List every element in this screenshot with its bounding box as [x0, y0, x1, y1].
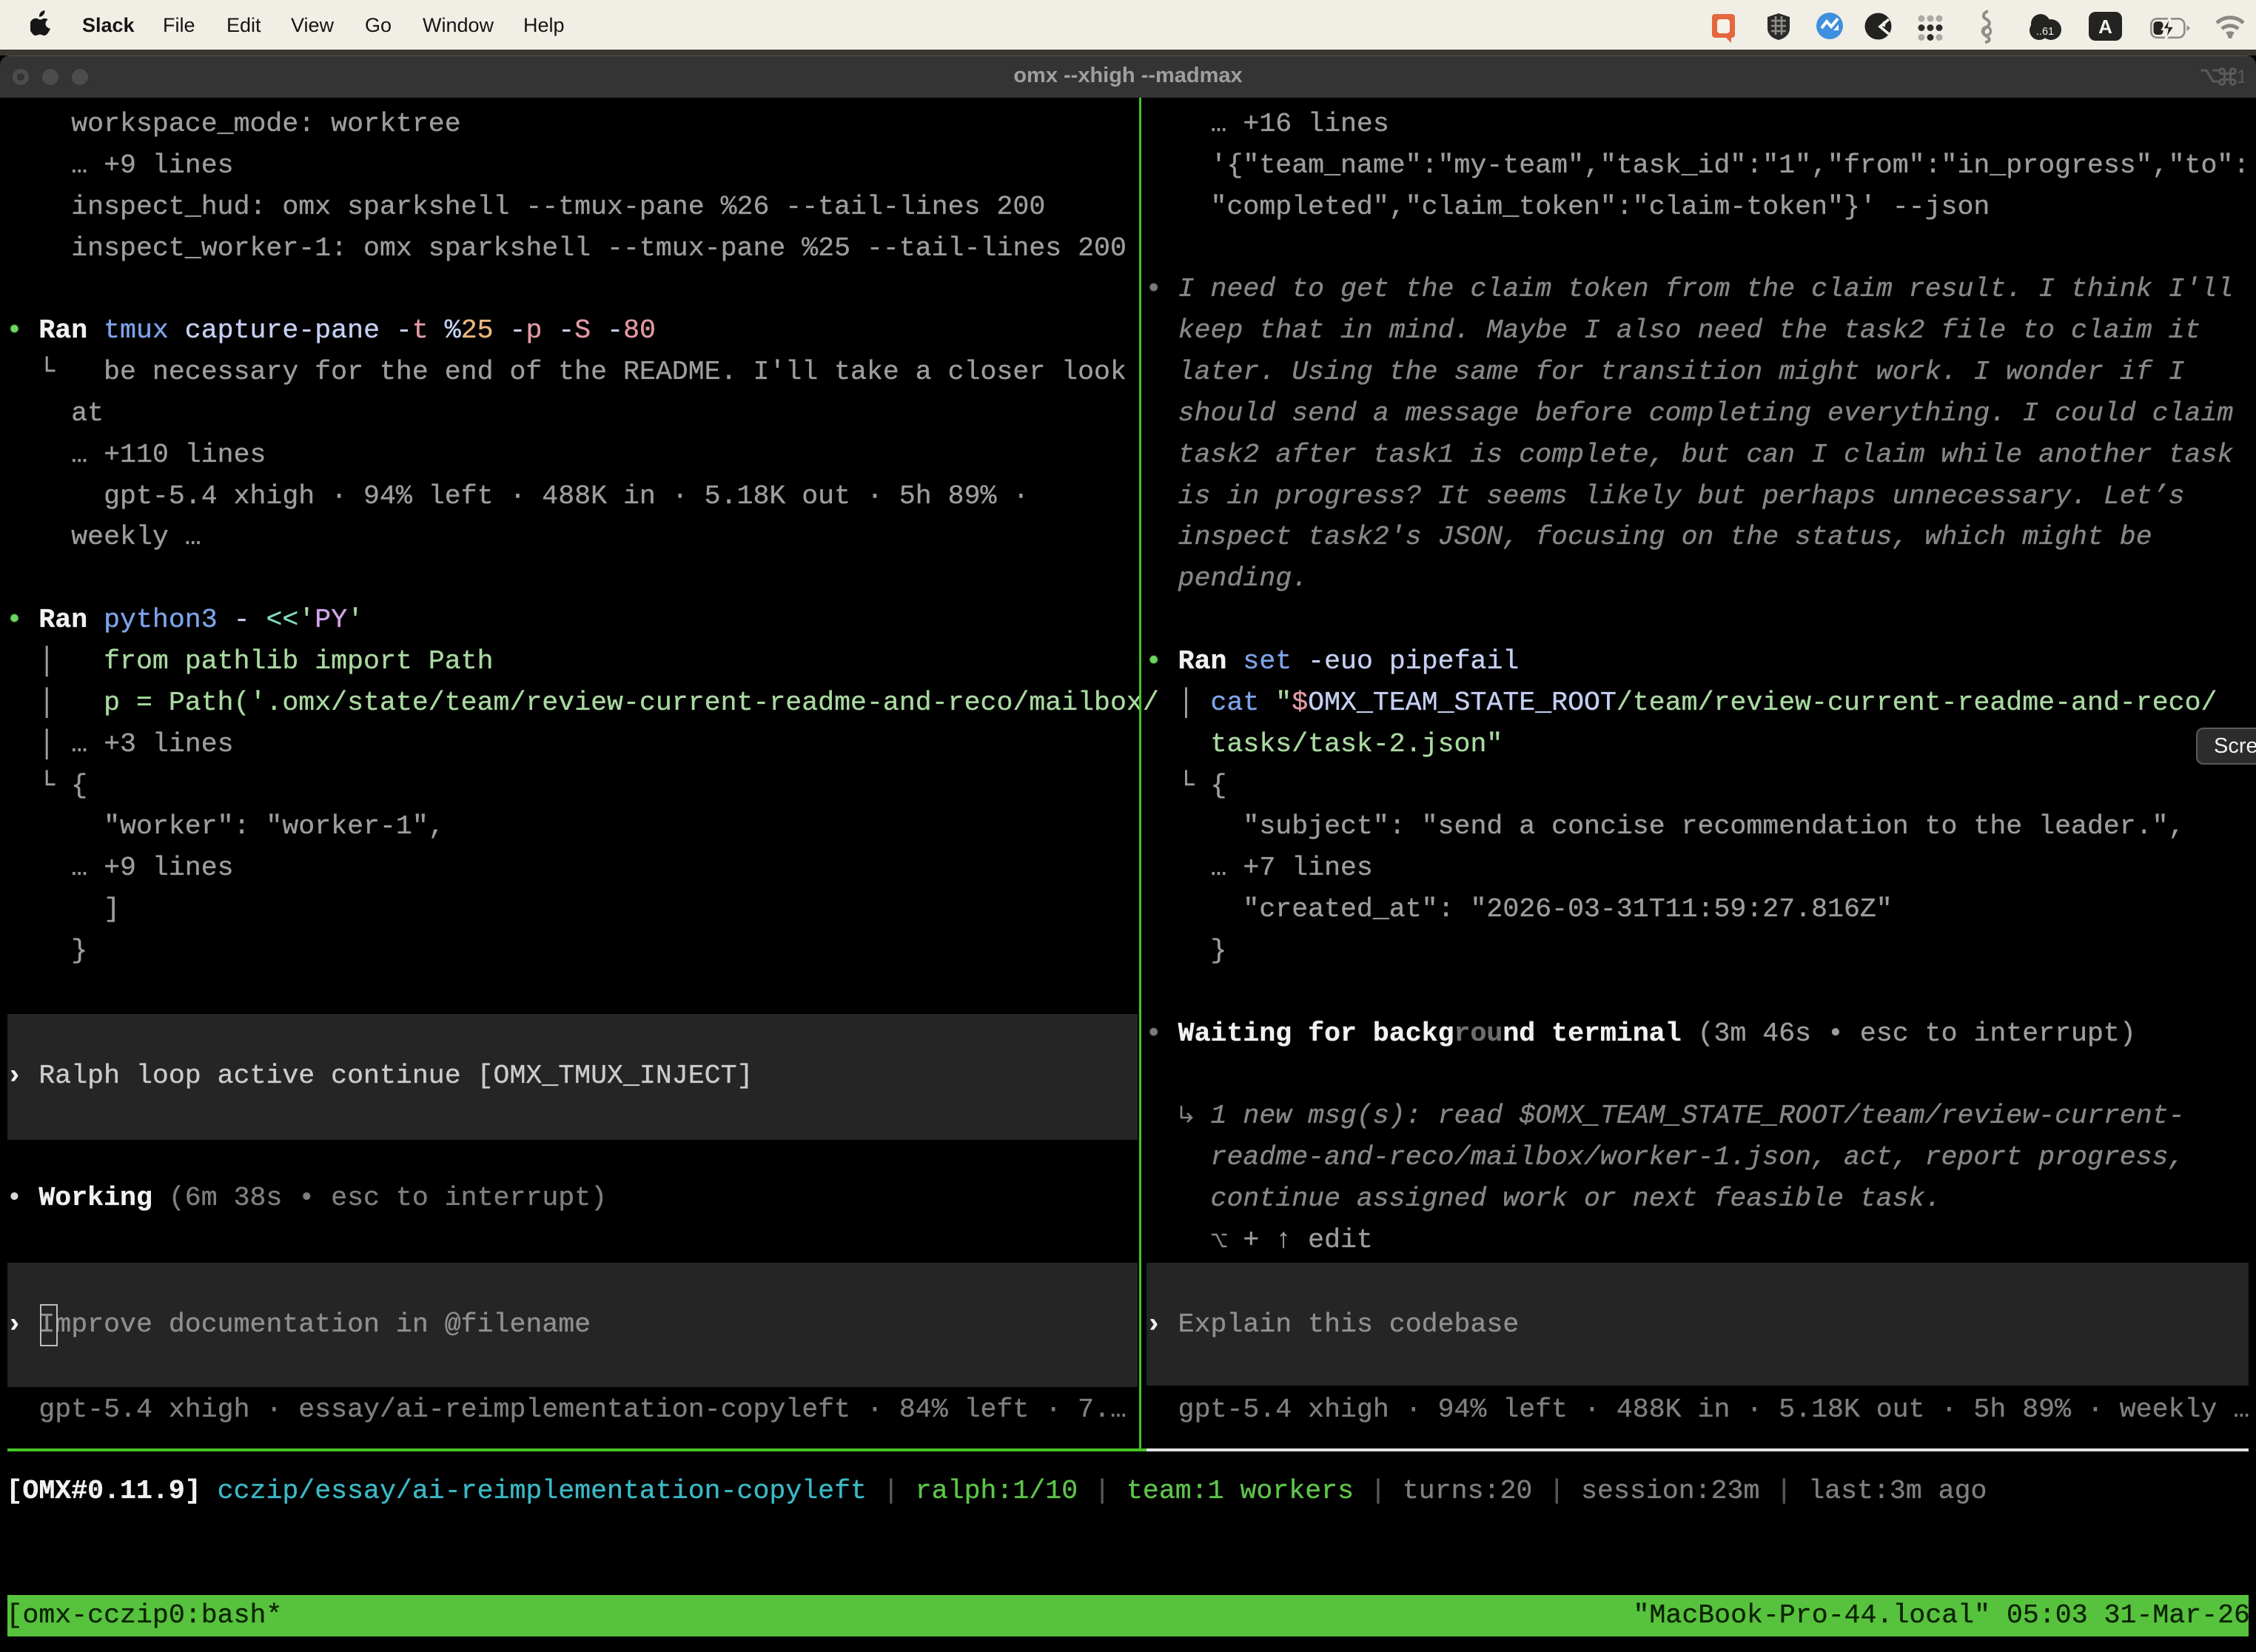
svg-text:A: A — [2098, 16, 2112, 38]
svg-text:..61: ..61 — [2036, 26, 2054, 38]
svg-text:1: 1 — [2237, 67, 2244, 87]
